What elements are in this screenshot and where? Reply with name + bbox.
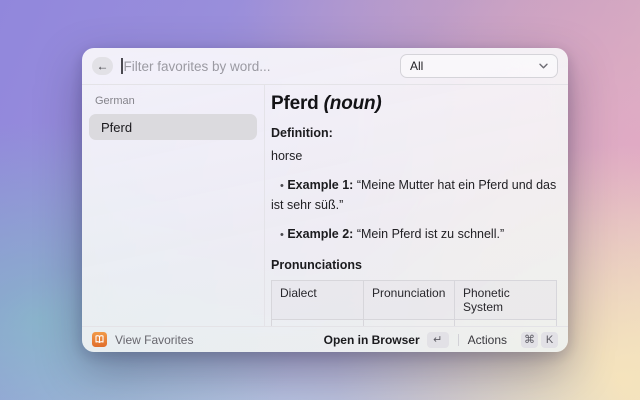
bullet-icon: • bbox=[280, 180, 284, 192]
pronunciations-table: Dialect Pronunciation Phonetic System - … bbox=[271, 280, 557, 326]
filter-dropdown-value: All bbox=[410, 59, 539, 73]
open-book-icon bbox=[92, 332, 107, 347]
app-window: ← All German Pferd Pferd (noun) Definiti bbox=[82, 48, 568, 352]
action-bar: View Favorites Open in Browser ↵ Actions… bbox=[82, 326, 568, 352]
col-header-phonetic-system: Phonetic System bbox=[455, 281, 557, 320]
example-item: • Example 2: “Mein Pferd ist zu schnell.… bbox=[271, 225, 557, 245]
example-item: • Example 1: “Meine Mutter hat ein Pferd… bbox=[271, 176, 557, 215]
chevron-down-icon bbox=[539, 63, 548, 69]
header: ← All bbox=[82, 48, 568, 85]
filter-dropdown[interactable]: All bbox=[400, 54, 558, 78]
return-key-icon: ↵ bbox=[427, 332, 449, 348]
detail-pane: Pferd (noun) Definition: horse • Example… bbox=[265, 85, 568, 326]
table-header-row: Dialect Pronunciation Phonetic System bbox=[272, 281, 557, 320]
example-text: “Mein Pferd ist zu schnell.” bbox=[357, 227, 504, 241]
command-key-icon: ⌘ bbox=[521, 332, 538, 348]
sidebar-item-pferd[interactable]: Pferd bbox=[89, 114, 257, 140]
example-label: Example 1: bbox=[287, 178, 353, 192]
k-key-icon: K bbox=[541, 332, 558, 348]
entry-title: Pferd (noun) bbox=[271, 93, 557, 115]
window-body: German Pferd Pferd (noun) Definition: ho… bbox=[82, 85, 568, 326]
entry-part-of-speech: (noun) bbox=[324, 93, 382, 114]
pronunciations-heading: Pronunciations bbox=[271, 258, 557, 272]
definition-heading: Definition: bbox=[271, 126, 557, 140]
definition-text: horse bbox=[271, 149, 557, 163]
back-button[interactable]: ← bbox=[92, 57, 113, 75]
open-in-browser-button[interactable]: Open in Browser bbox=[324, 333, 420, 347]
sidebar-section-label: German bbox=[89, 93, 257, 114]
col-header-dialect: Dialect bbox=[272, 281, 364, 320]
bullet-icon: • bbox=[280, 229, 284, 241]
back-arrow-icon: ← bbox=[97, 59, 109, 73]
col-header-pronunciation: Pronunciation bbox=[364, 281, 455, 320]
command-title: View Favorites bbox=[115, 333, 193, 347]
footer-divider bbox=[458, 334, 459, 346]
actions-button[interactable]: Actions bbox=[468, 333, 507, 347]
entry-word: Pferd bbox=[271, 93, 319, 114]
example-label: Example 2: bbox=[287, 227, 353, 241]
sidebar-item-label: Pferd bbox=[101, 120, 132, 135]
sidebar: German Pferd bbox=[82, 85, 265, 326]
search-field[interactable] bbox=[121, 58, 400, 74]
search-input[interactable] bbox=[123, 59, 401, 74]
